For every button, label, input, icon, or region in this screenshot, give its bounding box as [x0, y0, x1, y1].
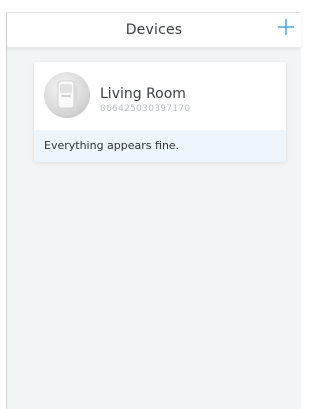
device-card[interactable]: Living Room 866425030397170 Everything a… — [34, 62, 286, 162]
header-bar: Devices — [7, 13, 301, 48]
app-window: Devices Living Room 866425030397170 Ever… — [6, 12, 301, 409]
plus-icon — [278, 19, 294, 35]
motion-sensor-icon — [57, 80, 77, 109]
device-status-text: Everything appears fine. — [44, 139, 180, 152]
device-name: Living Room — [100, 86, 186, 102]
device-card-header: Living Room 866425030397170 — [34, 62, 286, 130]
device-avatar — [44, 72, 90, 118]
device-id: 866425030397170 — [100, 104, 191, 114]
add-device-button[interactable] — [275, 16, 297, 38]
device-status-bar: Everything appears fine. — [34, 130, 286, 162]
page-title: Devices — [125, 22, 183, 38]
